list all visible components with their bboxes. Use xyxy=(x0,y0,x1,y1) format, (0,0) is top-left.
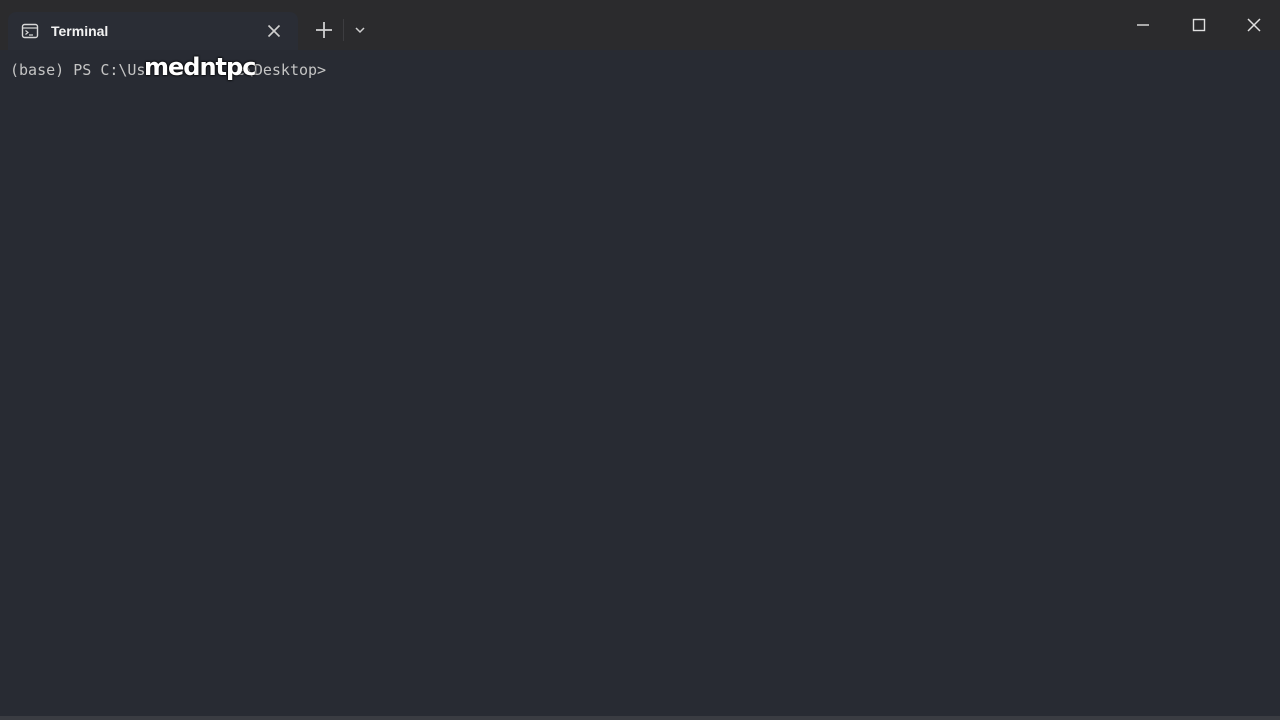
terminal-window: Terminal (base) PS C:\Us e\Desktop> medn… xyxy=(0,0,1280,720)
prompt-path-start: C:\Us xyxy=(100,61,146,79)
prompt-shell: PS xyxy=(73,61,92,79)
close-icon xyxy=(1247,18,1261,32)
plus-icon xyxy=(316,22,332,38)
new-tab-button[interactable] xyxy=(313,19,335,41)
maximize-icon xyxy=(1192,18,1206,32)
prompt-env: (base) xyxy=(10,61,65,79)
caption-overlay: medntpc xyxy=(144,53,256,81)
close-window-button[interactable] xyxy=(1242,13,1266,37)
tab-title: Terminal xyxy=(51,23,109,39)
tab-divider xyxy=(343,19,344,41)
window-bottom-edge xyxy=(0,716,1280,720)
minimize-icon xyxy=(1137,24,1149,26)
tab-terminal[interactable]: Terminal xyxy=(8,12,298,50)
close-icon[interactable] xyxy=(265,22,283,40)
maximize-button[interactable] xyxy=(1187,13,1211,37)
terminal-area[interactable]: (base) PS C:\User\medntpce\Desktop> medn… xyxy=(0,50,1280,716)
minimize-button[interactable] xyxy=(1131,13,1155,37)
tab-dropdown-button[interactable] xyxy=(351,21,369,39)
title-bar[interactable]: Terminal xyxy=(0,0,1280,50)
chevron-down-icon xyxy=(355,27,365,34)
terminal-icon xyxy=(21,22,39,40)
